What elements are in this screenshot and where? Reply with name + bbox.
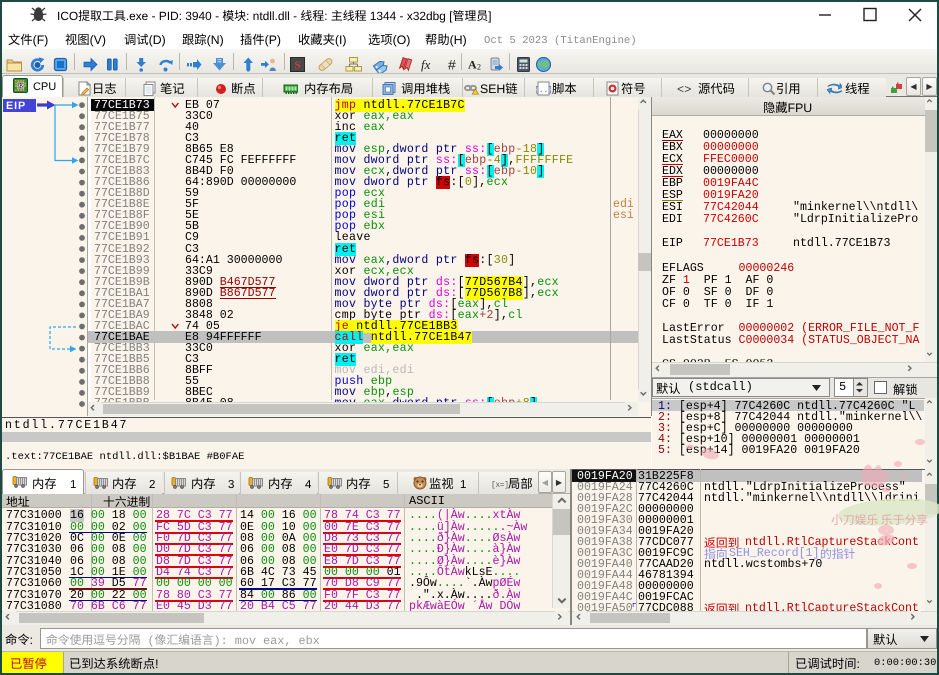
svg-text:32: 32 bbox=[17, 84, 23, 90]
svg-text:2: 2 bbox=[477, 63, 481, 72]
svg-text:A: A bbox=[468, 58, 477, 72]
svg-text:{..}: {..} bbox=[536, 86, 551, 95]
svg-text:fx: fx bbox=[421, 57, 431, 72]
svg-text:<>: <> bbox=[677, 83, 691, 97]
svg-text:#: # bbox=[448, 57, 456, 73]
svg-text:S: S bbox=[294, 60, 300, 72]
